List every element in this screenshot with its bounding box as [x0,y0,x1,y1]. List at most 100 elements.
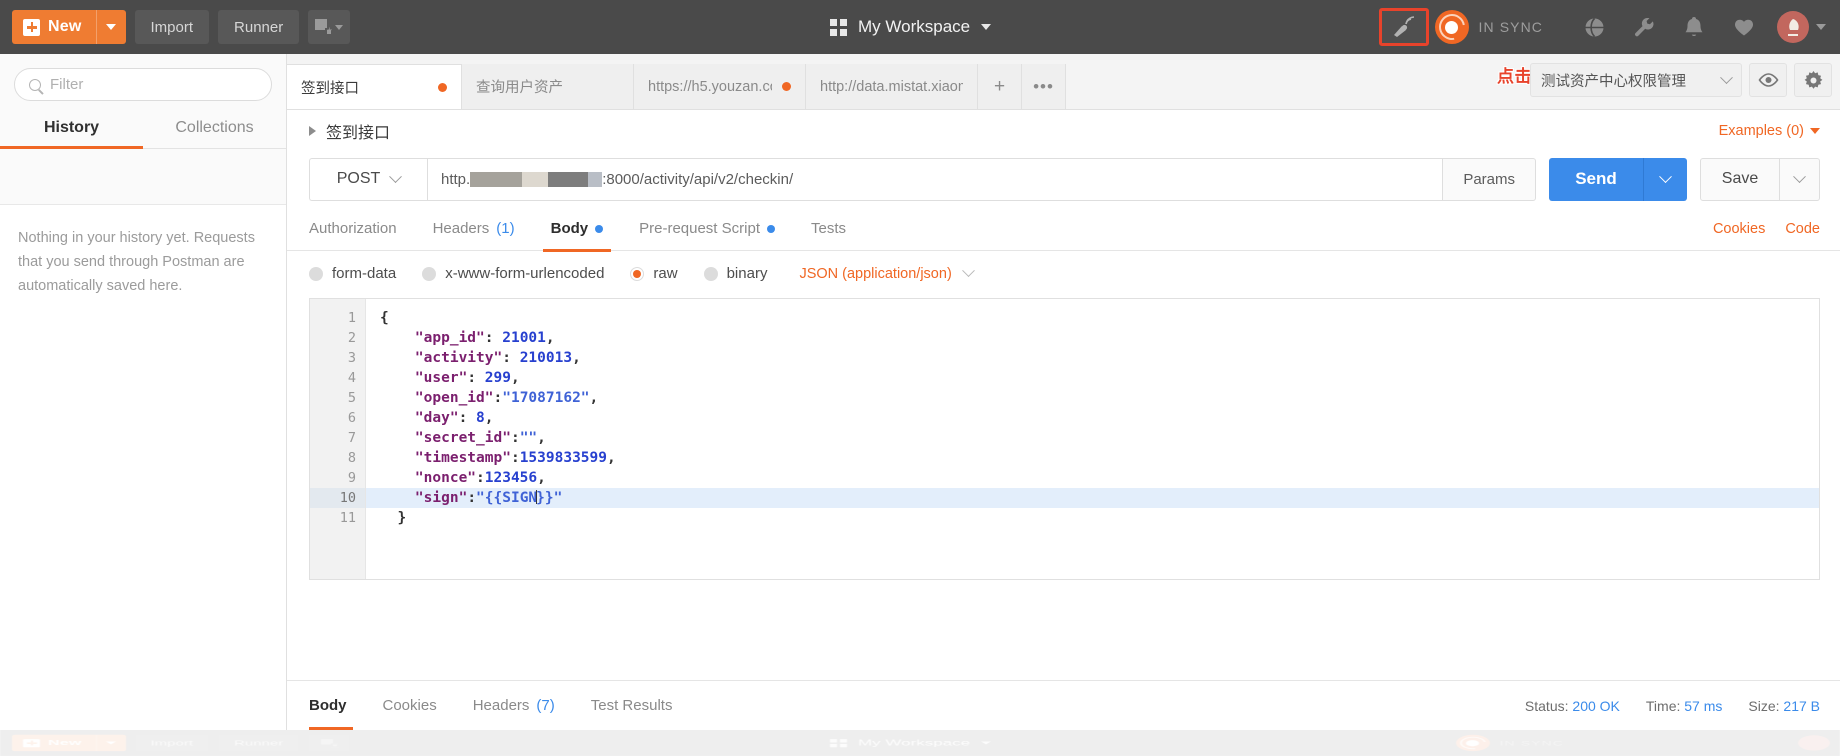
search-icon [29,78,41,91]
response-tab-headers[interactable]: Headers (7) [455,681,573,730]
tab-label: Cookies [382,697,437,714]
chevron-down-icon [335,24,344,30]
left-sidebar: Filter History Collections Nothing in yo… [0,54,287,756]
http-method-selector[interactable]: POST [309,157,427,201]
request-tab[interactable]: http://data.mistat.xiaomi.co [806,64,978,109]
body-type-binary[interactable]: binary [703,265,767,282]
new-button[interactable]: New [12,10,96,44]
grid-icon [830,18,847,36]
request-tab[interactable]: 查询用户资产 [462,64,634,109]
request-tab[interactable]: https://h5.youzan.con [634,64,806,109]
url-row: POST http. :8000/activity/api/v2/checkin… [287,151,1840,207]
add-tab-button[interactable]: + [978,64,1022,109]
body-type-form-data[interactable]: form-data [309,265,396,282]
send-button[interactable]: Send [1549,157,1643,201]
line-number: 8 [347,450,356,466]
workspace-selector[interactable]: My Workspace [830,0,992,54]
import-button[interactable]: Import [134,10,210,44]
cookies-link[interactable]: Cookies [1713,221,1765,237]
new-button-dropdown[interactable] [95,10,126,44]
caret-down-icon [1810,127,1820,134]
line-number: 1 [347,310,356,326]
content-type-selector[interactable]: JSON (application/json) [799,264,975,282]
response-status: Status: 200 OK [1525,698,1620,714]
response-tab-cookies[interactable]: Cookies [365,681,455,730]
examples-label: Examples (0) [1718,122,1804,139]
bell-icon[interactable] [1669,0,1719,54]
runner-button[interactable]: Runner [218,10,300,44]
environment-quick-look-button[interactable] [1749,63,1787,97]
response-tab-test-results[interactable]: Test Results [573,681,691,730]
more-tabs-button[interactable]: ••• [1022,64,1066,109]
code-line: "open_id":"17087162", [414,390,599,406]
sidebar-tab-collections[interactable]: Collections [143,111,286,148]
status-value: 200 OK [1572,697,1620,714]
settings-button[interactable] [1794,63,1832,97]
main-panel: 签到接口 查询用户资产 https://h5.youzan.con http:/… [287,54,1840,756]
user-avatar-icon[interactable] [1777,11,1809,43]
request-tab-label: 签到接口 [301,80,359,97]
tab-pre-request-script[interactable]: Pre-request Script [621,207,793,251]
line-number: 4 [347,370,356,386]
satellite-dish-icon [1393,16,1414,37]
filter-input[interactable]: Filter [14,68,272,101]
satellite-button[interactable] [1378,0,1435,54]
breadcrumb: 签到接口 Examples (0) [287,110,1840,151]
tab-label: Body [309,697,347,714]
code-line: "activity": 210013, [414,350,581,366]
response-tab-body[interactable]: Body [309,681,365,730]
send-dropdown-button[interactable] [1643,157,1687,201]
code-line: "user": 299, [414,370,520,386]
tab-tests[interactable]: Tests [793,207,864,251]
line-number: 11 [339,510,356,526]
url-input[interactable]: http. :8000/activity/api/v2/checkin/ [427,157,1444,201]
code-line: "nonce":123456, [414,470,546,486]
triangle-right-icon[interactable] [309,125,316,136]
sidebar-subheader [0,149,286,205]
chevron-down-icon [389,169,403,183]
new-window-icon: + [315,19,334,36]
satellite-highlight-box [1378,8,1429,46]
tab-body[interactable]: Body [533,207,622,252]
bottom-reflection-strip: New Import Runner My Workspace IN SYNC [0,730,1840,756]
environment-area: 测试资产中心权限管理 [1530,63,1832,97]
line-number: 6 [347,410,356,426]
tab-authorization[interactable]: Authorization [309,207,415,251]
radio-icon-selected [630,266,645,281]
response-time: Time: 57 ms [1646,698,1723,714]
sync-icon[interactable] [1434,10,1469,44]
wrench-icon[interactable] [1619,0,1669,54]
editor-code[interactable]: { "app_id": 21001, "activity": 210013, "… [366,299,1819,579]
heart-icon[interactable] [1719,0,1769,54]
tab-label: Headers [472,697,530,714]
save-button[interactable]: Save [1700,157,1780,201]
tab-label: Headers [432,220,490,237]
sidebar-tab-history[interactable]: History [0,111,143,149]
environment-selector[interactable]: 测试资产中心权限管理 [1530,63,1742,97]
body-type-urlencoded[interactable]: x-www-form-urlencoded [422,265,604,282]
examples-dropdown[interactable]: Examples (0) [1719,123,1820,139]
sync-status-label: IN SYNC [1478,19,1543,35]
header-right-icons: IN SYNC [1378,0,1831,54]
code-link[interactable]: Code [1785,221,1820,237]
globe-icon[interactable] [1569,0,1619,54]
ghost-new-label: New [48,738,82,747]
request-tab[interactable]: 签到接口 [287,64,462,109]
tab-label: Pre-request Script [639,220,760,237]
params-button[interactable]: Params [1443,157,1536,201]
app-header: New Import Runner + My Workspace IN SYNC [0,0,1840,54]
tab-headers[interactable]: Headers (1) [415,207,533,251]
tab-label: Authorization [309,220,397,237]
save-button-group: Save [1700,157,1820,201]
json-body-editor[interactable]: 1 2 3 4 5 6 7 8 9 10 11 { "app_id": 2100… [309,298,1820,580]
new-window-button[interactable]: + [308,10,351,44]
unsaved-dot-icon [782,82,791,91]
radio-icon [309,266,323,281]
line-number: 10 [310,488,365,508]
request-tab-label: http://data.mistat.xiaomi.co [820,78,963,95]
save-dropdown-button[interactable] [1780,157,1820,201]
chevron-down-icon[interactable] [1816,24,1826,30]
body-type-raw[interactable]: raw [630,265,678,282]
http-method-label: POST [336,170,381,187]
request-name: 签到接口 [326,124,391,142]
